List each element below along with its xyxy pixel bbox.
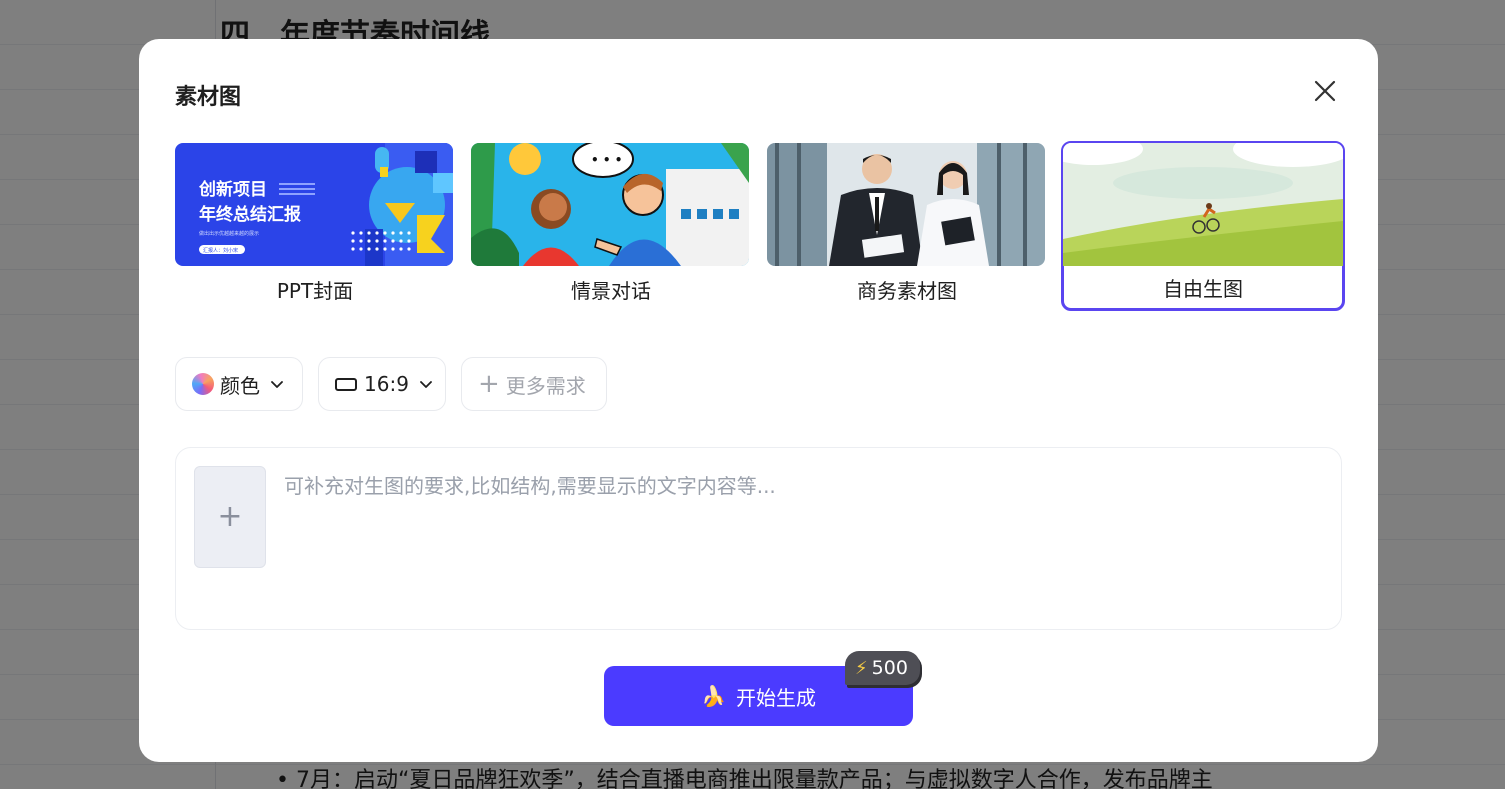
cost-badge: ⚡ 500 [845, 651, 920, 685]
more-requirements-button[interactable]: + 更多需求 [461, 357, 607, 411]
style-card-ppt-cover[interactable]: 创新项目 年终总结汇报 做出出示优越越来越的展示 汇报人：刘小宋 PPT封面 [175, 143, 455, 311]
ppt-thumb-title-1: 创新项目 [198, 179, 267, 200]
upload-reference-button[interactable]: + [194, 466, 266, 568]
card-label: PPT封面 [276, 279, 354, 303]
style-card-business-material[interactable]: 商务素材图 [767, 143, 1047, 311]
color-select-label: 颜色 [220, 373, 260, 398]
card-label: 情景对话 [571, 279, 651, 303]
banana-icon: 🍌 [701, 684, 726, 708]
material-image-dialog: 素材图 创新项目 年终总结汇报 做出出示优越越来越的展示 汇报人：刘小宋 PPT… [139, 39, 1378, 762]
more-requirements-label: 更多需求 [505, 373, 586, 398]
color-swatch-icon [192, 373, 214, 395]
dialog-title: 素材图 [175, 85, 242, 110]
aspect-ratio-icon [335, 377, 357, 391]
plus-icon: + [478, 369, 500, 399]
scene-dialogue-thumbnail: • • • [471, 143, 749, 266]
aspect-ratio-label: 16:9 [364, 372, 409, 396]
prompt-input[interactable] [284, 470, 1324, 610]
business-material-thumbnail [767, 143, 1045, 266]
speech-bubble-text: • • • [591, 153, 622, 167]
aspect-ratio-select[interactable]: 16:9 [318, 357, 446, 411]
card-label: 自由生图 [1163, 277, 1243, 301]
ppt-thumb-tag: 汇报人：刘小宋 [203, 247, 238, 254]
card-label: 商务素材图 [857, 279, 957, 303]
start-generate-label: 开始生成 [735, 685, 816, 710]
ppt-thumb-title-2: 年终总结汇报 [199, 204, 301, 225]
close-button[interactable] [1311, 77, 1339, 105]
plus-icon: + [217, 499, 243, 534]
close-icon [1314, 80, 1336, 102]
color-select[interactable]: 颜色 [175, 357, 303, 411]
ppt-thumb-subtitle: 做出出示优越越来越的展示 [199, 230, 259, 237]
style-card-free-generation[interactable]: 自由生图 [1061, 141, 1345, 311]
chevron-down-icon [270, 377, 284, 391]
prompt-box: + [175, 447, 1342, 630]
lightning-icon: ⚡ [855, 657, 868, 679]
ppt-cover-thumbnail: 创新项目 年终总结汇报 做出出示优越越来越的展示 汇报人：刘小宋 [175, 143, 453, 266]
free-generation-thumbnail [1063, 143, 1343, 266]
style-card-scene-dialogue[interactable]: • • • 情景对话 [471, 143, 751, 311]
cost-value: 500 [871, 657, 908, 679]
chevron-down-icon [419, 377, 433, 391]
